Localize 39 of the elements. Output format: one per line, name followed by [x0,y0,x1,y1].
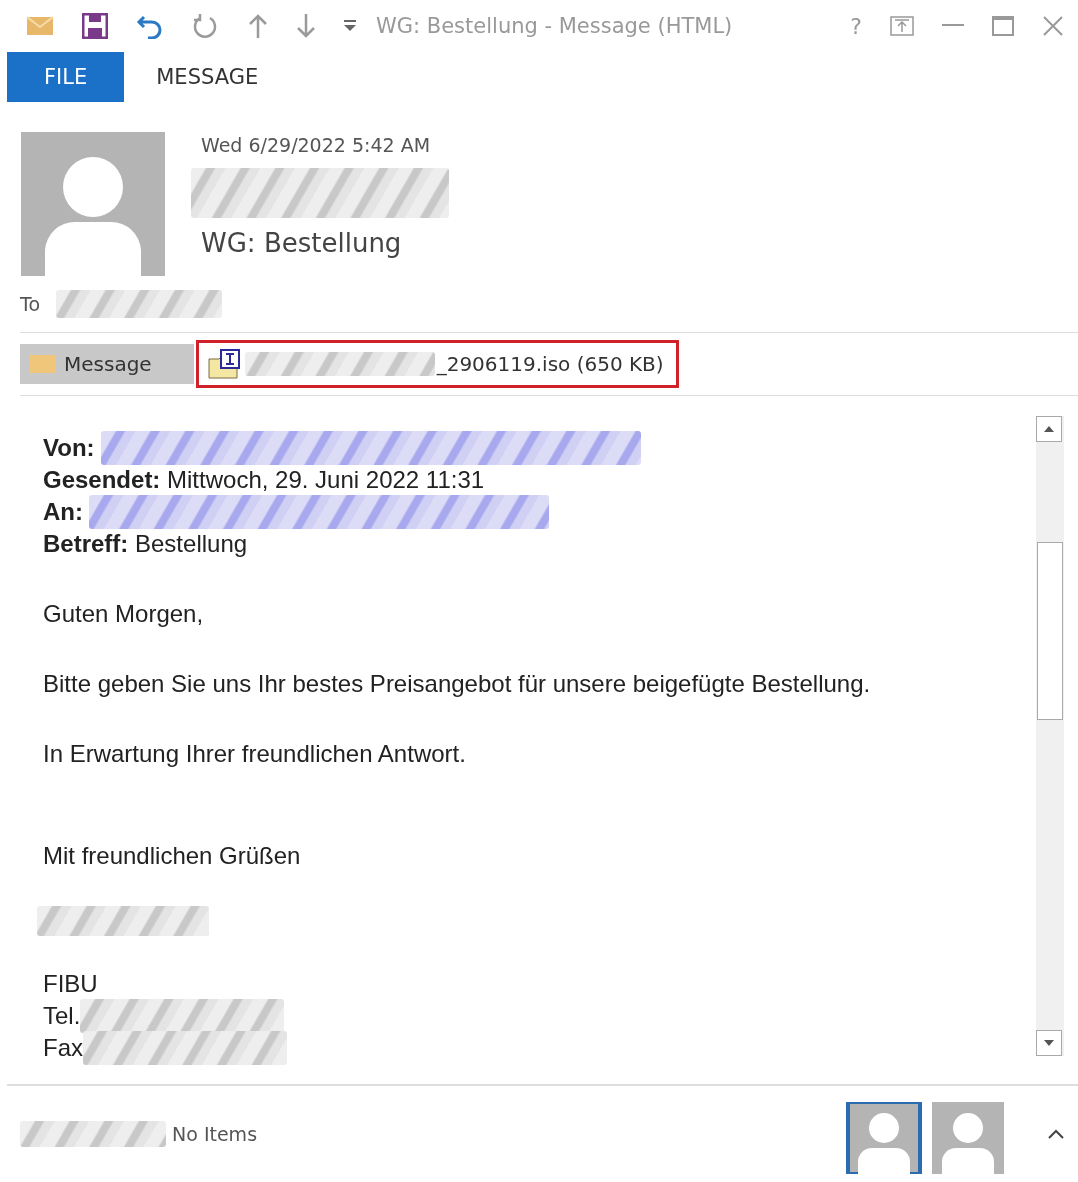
window-title: WG: Bestellung - Message (HTML) [376,14,734,38]
attachment-item[interactable]: _2906119.iso (650 KB) [202,345,668,383]
closing-line: Mit freundlichen Grüßen [43,841,302,871]
scrollbar[interactable] [1036,416,1064,1056]
body-paragraph: Guten Morgen, [43,599,205,629]
envelope-icon[interactable] [26,15,54,37]
save-icon[interactable] [82,13,108,39]
collapse-icon[interactable] [1048,1129,1064,1139]
header-field: An: [43,498,83,526]
signature-line: FIBU [43,970,98,998]
avatar-icon[interactable] [846,1102,922,1174]
header-field: Betreff: Bestellung [43,530,248,558]
customize-menu-icon[interactable] [344,20,356,32]
scroll-thumb[interactable] [1037,542,1063,720]
scroll-up-icon[interactable] [1036,416,1062,442]
ribbon-tab[interactable]: MESSAGE [124,52,291,102]
body-paragraph: In Erwartung Ihrer freundlichen Antwort. [43,739,467,769]
maximize-icon[interactable] [992,16,1014,36]
body-paragraph: Bitte geben Sie uns Ihr bestes Preisangebot für unsere beigefügte Bestellung. [43,669,872,699]
undo-icon[interactable] [136,13,164,39]
message-subject: WG: Bestellung [201,228,403,258]
avatar-icon [21,132,165,276]
ribbon-display-icon[interactable] [890,16,914,36]
envelope-icon [30,354,56,374]
scroll-down-icon[interactable] [1036,1030,1062,1056]
header-field: Von: [43,434,95,462]
disc-image-file-icon [206,349,243,379]
up-arrow-icon[interactable] [248,13,268,39]
ribbon-tab[interactable]: FILE [7,52,125,102]
signature-line: Fax [43,1034,83,1062]
people-status: No Items [172,1123,259,1145]
down-arrow-icon[interactable] [296,13,316,39]
to-label: To [20,293,40,315]
close-icon[interactable] [1042,15,1064,37]
minimize-icon[interactable] [942,24,964,28]
header-field: Gesendet: Mittwoch, 29. Juni 2022 11:31 [43,466,485,494]
message-tab[interactable]: Message [20,344,194,384]
signature-line: Tel. [43,1002,81,1030]
sent-date: Wed 6/29/2022 5:42 AM [201,134,432,156]
